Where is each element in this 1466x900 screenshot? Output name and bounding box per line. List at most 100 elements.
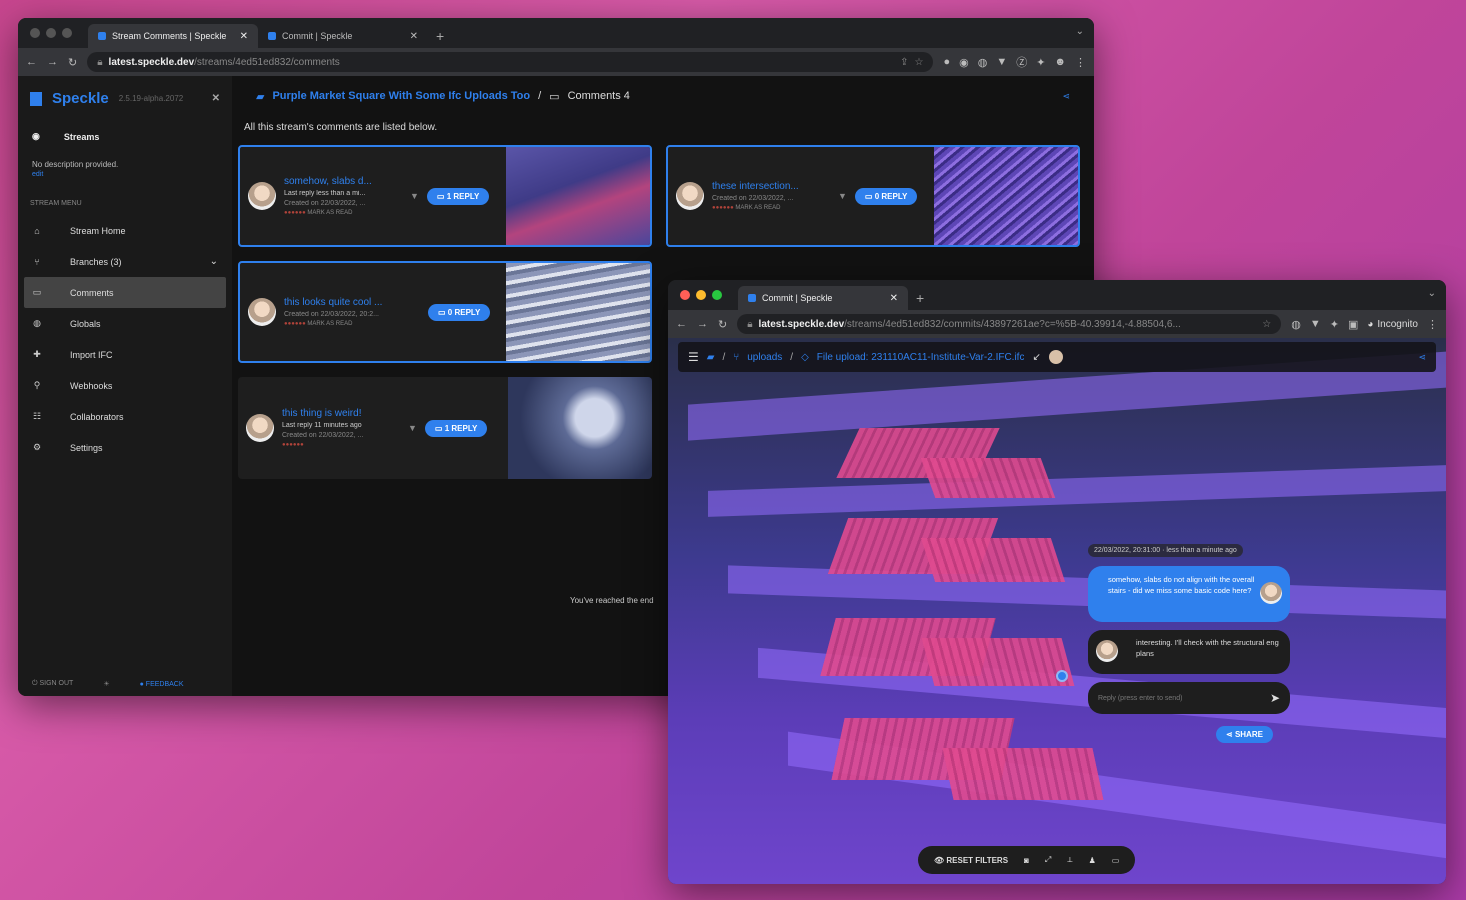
extension-icon[interactable]: ◉: [959, 56, 969, 69]
tab-commit[interactable]: Commit | Speckle ✕: [738, 286, 908, 310]
reload-icon[interactable]: ↻: [718, 318, 727, 331]
menu-hamburger-icon[interactable]: ☰: [688, 350, 699, 364]
close-tab-icon[interactable]: ✕: [410, 31, 418, 42]
menu-icon[interactable]: ⋮: [1075, 56, 1086, 69]
share-icon[interactable]: ⋖: [1062, 91, 1070, 102]
bookmark-star-icon[interactable]: ☆: [914, 57, 923, 68]
comment-thumbnail[interactable]: [508, 377, 652, 479]
minimize-window-button[interactable]: [696, 290, 706, 300]
breadcrumb-commit-link[interactable]: File upload: 231110AC11-Institute-Var-2.…: [817, 352, 1025, 363]
comment-title[interactable]: somehow, slabs d...: [284, 176, 402, 187]
comment-location-marker[interactable]: [1056, 670, 1068, 682]
mark-as-read-link[interactable]: ●●●●●● MARK AS READ: [712, 205, 830, 211]
sidebar-item-import-ifc[interactable]: ✚ Import IFC: [18, 339, 232, 370]
extension-icon[interactable]: ◍: [978, 56, 988, 69]
mark-as-read-link[interactable]: ●●●●●● MARK AS READ: [284, 210, 402, 216]
address-bar[interactable]: 🔒︎ latest.speckle.dev/streams/4ed51ed832…: [737, 314, 1282, 334]
comment-thumbnail[interactable]: [506, 263, 650, 361]
address-bar[interactable]: 🔒︎ latest.speckle.dev/streams/4ed51ed832…: [87, 52, 934, 72]
back-icon[interactable]: ←: [26, 56, 37, 68]
extension-icon[interactable]: ▼: [1310, 318, 1321, 330]
extension-icon[interactable]: ▼: [996, 56, 1007, 68]
comment-title[interactable]: these intersection...: [712, 181, 830, 192]
share-url-icon[interactable]: ⇪: [900, 57, 908, 68]
minimize-window-button[interactable]: [46, 28, 56, 38]
send-icon[interactable]: ➤: [1270, 691, 1280, 705]
comment-icon[interactable]: ▭: [1112, 856, 1120, 865]
sidebar-item-stream-home[interactable]: ⌂ Stream Home: [18, 215, 232, 246]
extension-icon[interactable]: Ⓩ: [1016, 54, 1027, 70]
comment-card[interactable]: this looks quite cool ... Created on 22/…: [238, 261, 652, 363]
section-plane-icon[interactable]: ⟂: [1067, 855, 1072, 865]
share-button[interactable]: ⋖ SHARE: [1216, 726, 1273, 743]
tab-stream-comments[interactable]: Stream Comments | Speckle ✕: [88, 24, 258, 48]
close-window-button[interactable]: [30, 28, 40, 38]
mark-as-read-link[interactable]: ●●●●●● MARK AS READ: [284, 321, 402, 327]
close-sidebar-icon[interactable]: ✕: [212, 93, 220, 104]
tab-search-icon[interactable]: ⌄: [1076, 26, 1084, 37]
close-tab-icon[interactable]: ✕: [890, 293, 898, 304]
extension-icon[interactable]: ●: [943, 56, 950, 68]
incognito-badge[interactable]: ◕ Incognito: [1367, 319, 1418, 330]
breadcrumb-branch-link[interactable]: uploads: [747, 352, 782, 363]
sidebar-item-webhooks[interactable]: ⚲ Webhooks: [18, 370, 232, 401]
comment-title[interactable]: this thing is weird!: [282, 408, 400, 419]
breadcrumb-stream-link[interactable]: Purple Market Square With Some Ifc Uploa…: [272, 90, 530, 102]
extension-icon[interactable]: ✦: [1036, 56, 1045, 69]
comment-thumbnail[interactable]: [506, 147, 650, 245]
filter-icon[interactable]: ▼: [838, 191, 847, 201]
edit-description-link[interactable]: edit: [18, 169, 232, 180]
share-icon[interactable]: ⋖: [1418, 352, 1426, 363]
reply-button[interactable]: ▭ 0 REPLY: [428, 303, 491, 321]
sign-out-button[interactable]: ⏻ SIGN OUT: [32, 680, 73, 688]
forward-icon[interactable]: →: [47, 56, 58, 68]
sidebar-item-comments[interactable]: ▭ Comments: [24, 277, 226, 308]
reply-button[interactable]: ▭ 1 REPLY: [426, 187, 490, 205]
extension-icon[interactable]: ✦: [1330, 318, 1339, 331]
fullscreen-icon[interactable]: ⤢: [1045, 855, 1051, 865]
tab-search-icon[interactable]: ⌄: [1428, 288, 1436, 299]
sidebar-item-collaborators[interactable]: ☷ Collaborators: [18, 401, 232, 432]
theme-toggle-icon[interactable]: ☀: [103, 680, 109, 688]
3d-viewer[interactable]: ☰ ▰ / ⑂ uploads / ◇ File upload: 231110A…: [668, 338, 1446, 884]
feedback-button[interactable]: ● FEEDBACK: [140, 681, 184, 688]
reset-filters-button[interactable]: 👁︎ RESET FILTERS: [934, 856, 1008, 865]
sidebar-item-streams[interactable]: ◉ Streams: [18, 121, 232, 152]
address-toolbar: ← → ↻ 🔒︎ latest.speckle.dev/streams/4ed5…: [18, 48, 1094, 76]
sidebar-item-settings[interactable]: ⚙ Settings: [18, 432, 232, 463]
close-tab-icon[interactable]: ✕: [240, 31, 248, 42]
chevron-down-icon[interactable]: ⌄: [210, 256, 218, 267]
reply-button[interactable]: ▭ 0 REPLY: [854, 187, 918, 205]
profile-icon[interactable]: ☻: [1054, 56, 1066, 68]
new-tab-button[interactable]: +: [428, 28, 452, 48]
comment-card[interactable]: these intersection... Created on 22/03/2…: [666, 145, 1080, 247]
maximize-window-button[interactable]: [62, 28, 72, 38]
reply-button[interactable]: ▭ 1 REPLY: [424, 419, 488, 437]
folder-icon[interactable]: ▰: [707, 352, 715, 363]
new-tab-button[interactable]: +: [908, 290, 932, 310]
collapse-icon[interactable]: ↙: [1032, 352, 1040, 363]
camera-icon[interactable]: ◙: [1024, 856, 1029, 865]
maximize-window-button[interactable]: [712, 290, 722, 300]
tab-commit[interactable]: Commit | Speckle ✕: [258, 24, 428, 48]
extension-icon[interactable]: ▣: [1348, 318, 1358, 331]
extension-icon[interactable]: ◍: [1291, 318, 1301, 331]
bookmark-star-icon[interactable]: ☆: [1262, 319, 1271, 330]
reply-input[interactable]: Reply (press enter to send) ➤: [1088, 682, 1290, 714]
sidebar-item-globals[interactable]: ◍ Globals: [18, 308, 232, 339]
close-window-button[interactable]: [680, 290, 690, 300]
forward-icon[interactable]: →: [697, 318, 708, 330]
reload-icon[interactable]: ↻: [68, 56, 77, 69]
filter-icon[interactable]: ▼: [410, 191, 419, 201]
comment-card[interactable]: this thing is weird! Last reply 11 minut…: [238, 377, 652, 479]
comment-title[interactable]: this looks quite cool ...: [284, 297, 402, 308]
person-view-icon[interactable]: ♟: [1089, 856, 1096, 865]
filter-icon[interactable]: ▼: [408, 423, 417, 433]
back-icon[interactable]: ←: [676, 318, 687, 330]
comment-card[interactable]: somehow, slabs d... Last reply less than…: [238, 145, 652, 247]
menu-icon[interactable]: ⋮: [1427, 318, 1438, 331]
sidebar-item-branches[interactable]: ⑂ Branches (3) ⌄: [18, 246, 232, 277]
breadcrumb-separator: /: [722, 351, 726, 363]
comment-thumbnail[interactable]: [934, 147, 1078, 245]
avatar: [676, 182, 704, 210]
